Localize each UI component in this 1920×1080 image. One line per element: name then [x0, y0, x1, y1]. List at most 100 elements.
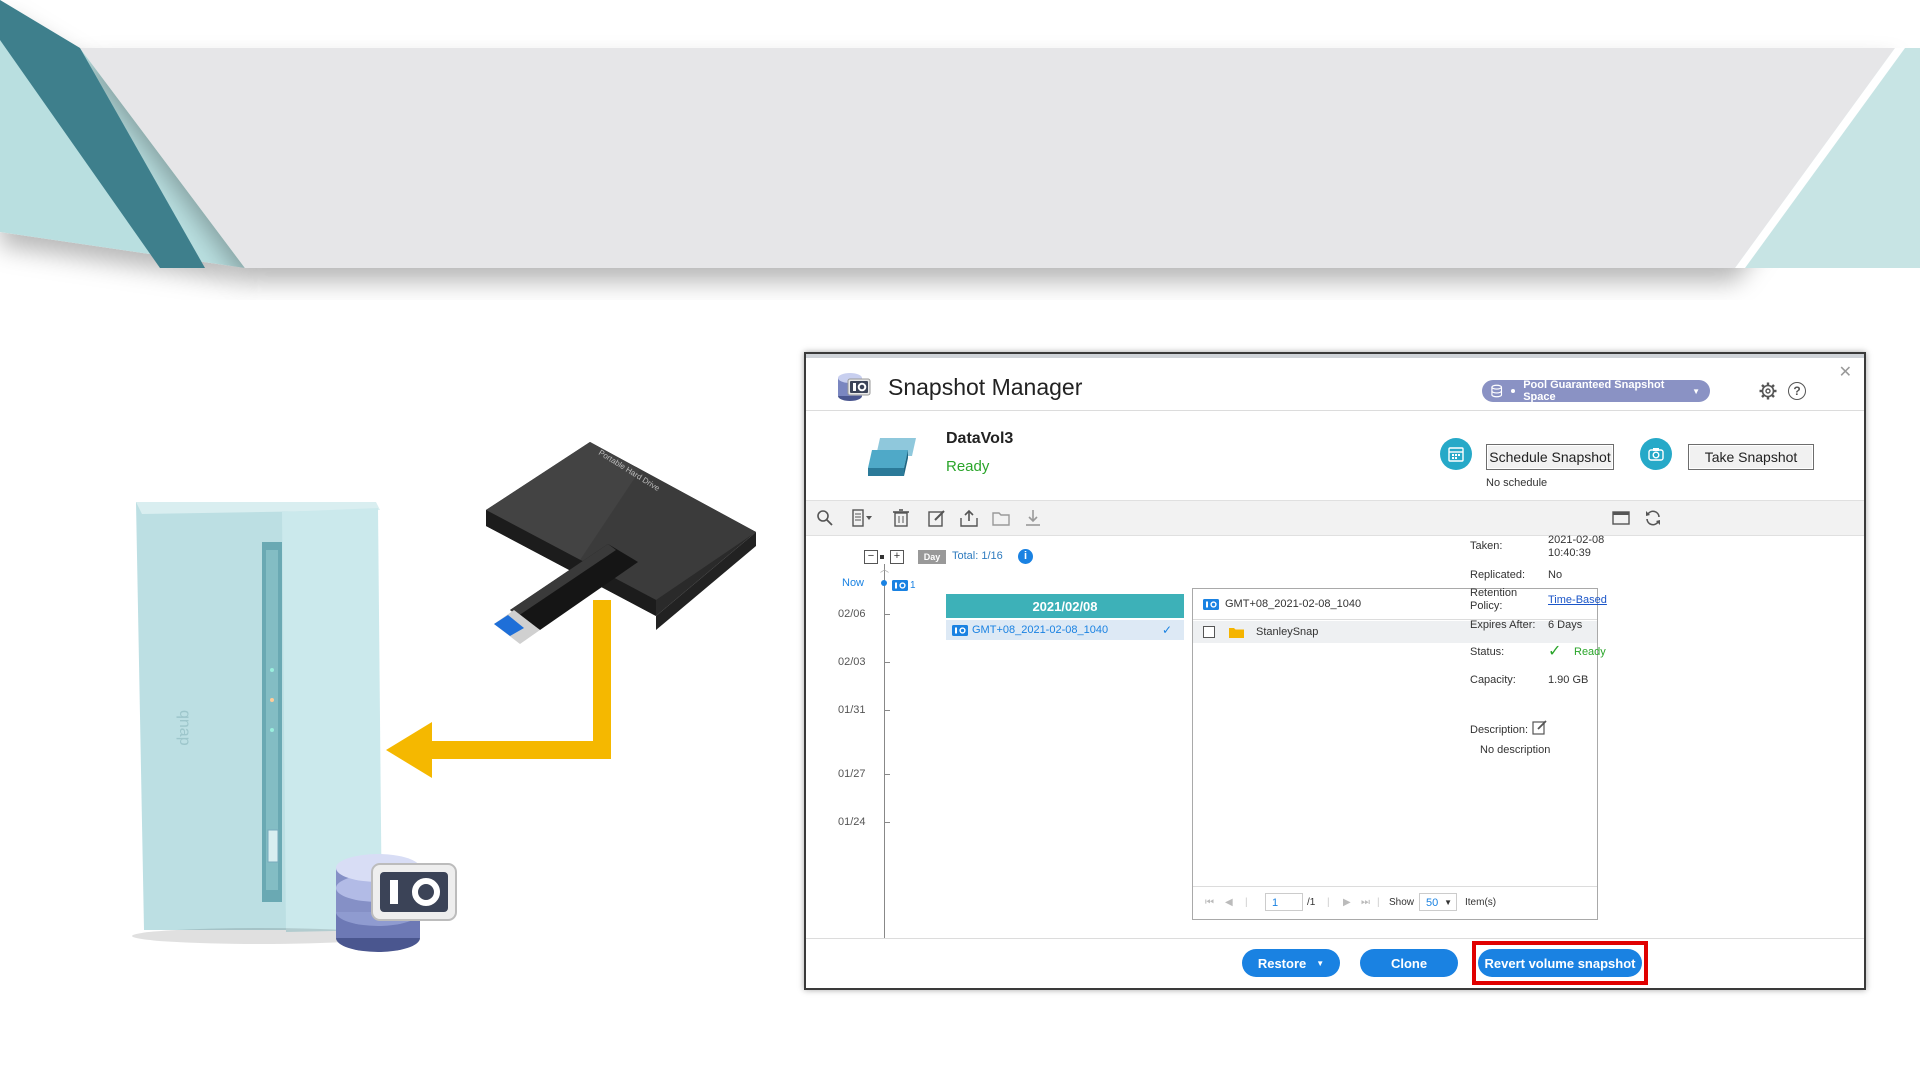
gear-icon[interactable]: [1758, 381, 1778, 401]
highlight-frame: [1472, 941, 1648, 985]
expires-value: 6 Days: [1548, 619, 1583, 631]
restore-button-label: Restore: [1257, 955, 1307, 971]
timeline-date: 01/27: [838, 768, 866, 780]
status-label: Status:: [1470, 646, 1505, 658]
pager-divider: |: [1245, 897, 1248, 908]
snapshot-icon: [952, 624, 968, 636]
chevron-down-icon: ▼: [1692, 386, 1701, 396]
timeline-date: 01/31: [838, 704, 866, 716]
timeline-date: 01/24: [838, 816, 866, 828]
timeline-up-icon[interactable]: ︿: [880, 562, 889, 575]
restore-flow-arrow: [386, 600, 611, 778]
timeline-date: 02/03: [838, 656, 866, 668]
timeline-now-label: Now: [842, 577, 865, 589]
calendar-icon: [1448, 447, 1464, 462]
replicated-label: Replicated:: [1470, 569, 1526, 581]
expires-label: Expires After:: [1470, 619, 1536, 631]
check-icon: ✓: [1161, 623, 1172, 637]
camera-icon: [1648, 448, 1664, 461]
items-label: Item(s): [1465, 897, 1497, 908]
file-panel-title: GMT+08_2021-02-08_1040: [1225, 598, 1362, 610]
pager-divider: |: [1327, 897, 1330, 908]
volume-status: Ready: [946, 458, 990, 475]
description-value: No description: [1480, 744, 1551, 756]
file-checkbox[interactable]: [1203, 626, 1215, 638]
timeline-tick: [884, 710, 890, 711]
volume-icon: [868, 438, 916, 476]
timeline-scale-badge[interactable]: Day: [918, 550, 946, 564]
window-title-bar: Snapshot Manager Pool Guaranteed Snapsho…: [806, 364, 1864, 411]
taken-date: 2021-02-08: [1548, 534, 1605, 546]
nas-brand-text: qnap: [176, 710, 193, 746]
chevron-down-icon: ▼: [1316, 958, 1325, 968]
retention-label-line1: Retention: [1470, 587, 1518, 599]
collapse-timeline-button[interactable]: −: [864, 550, 878, 564]
search-icon[interactable]: [816, 509, 834, 527]
snapshot-list-item[interactable]: GMT+08_2021-02-08_1040 ✓: [946, 620, 1184, 640]
replicated-value: No: [1548, 569, 1563, 581]
file-list-item-label: StanleySnap: [1256, 626, 1319, 638]
dialog-footer: Restore ▼ Clone Revert volume snapshot: [806, 938, 1864, 987]
snapshot-status-value: Ready: [1574, 646, 1606, 658]
items-per-page-select[interactable]: 50 ▼: [1419, 893, 1457, 911]
edit-icon[interactable]: [928, 509, 946, 527]
file-panel-header: GMT+08_2021-02-08_1040: [1193, 589, 1597, 620]
snapshot-manager-window: ✕ Snapshot Manager Pool Guaranteed Snaps…: [804, 352, 1866, 990]
schedule-snapshot-button[interactable]: Schedule Snapshot: [1486, 444, 1614, 470]
expand-timeline-button[interactable]: +: [890, 550, 904, 564]
take-snapshot-button[interactable]: Take Snapshot: [1688, 444, 1814, 470]
description-label: Description:: [1470, 724, 1529, 736]
pool-space-selector[interactable]: Pool Guaranteed Snapshot Space ▼: [1482, 379, 1710, 403]
open-folder-icon[interactable]: [992, 509, 1010, 527]
first-page-icon[interactable]: ⏮: [1205, 897, 1214, 908]
timeline-tick: [884, 614, 890, 615]
snapshot-list-item-label: GMT+08_2021-02-08_1040: [972, 624, 1109, 636]
schedule-snapshot-icon[interactable]: [1440, 438, 1472, 470]
refresh-icon[interactable]: [1644, 509, 1662, 527]
clone-button[interactable]: Clone: [1360, 949, 1458, 977]
items-per-page-value: 50: [1426, 897, 1439, 909]
edit-description-icon[interactable]: [1532, 720, 1547, 735]
page-total: /1: [1307, 897, 1316, 908]
download-icon[interactable]: [1024, 509, 1042, 527]
timeline-date: 02/06: [838, 608, 866, 620]
volume-name: DataVol3: [946, 430, 1014, 447]
snapshot-total-count: Total: 1/16: [952, 550, 1003, 562]
timeline-now-marker: [881, 580, 887, 586]
retention-policy-link[interactable]: Time-Based: [1548, 594, 1607, 606]
last-page-icon[interactable]: ⏭: [1361, 897, 1370, 908]
export-icon[interactable]: [960, 509, 978, 527]
info-icon[interactable]: i: [1018, 549, 1033, 564]
restore-button[interactable]: Restore ▼: [1242, 949, 1340, 977]
toolbar: [806, 500, 1864, 536]
schedule-status-text: No schedule: [1486, 477, 1548, 489]
timeline-axis: [884, 564, 885, 948]
snapshot-manager-app-icon: [838, 373, 871, 401]
pool-selector-label: Pool Guaranteed Snapshot Space: [1523, 379, 1665, 403]
taken-time: 10:40:39: [1548, 547, 1591, 559]
snapshot-date-header[interactable]: 2021/02/08: [946, 594, 1184, 618]
separator-dot: [1511, 389, 1516, 393]
view-menu-icon[interactable]: [852, 509, 874, 527]
folder-icon: [1229, 627, 1244, 638]
window-icon[interactable]: [1612, 509, 1630, 527]
window-top-strip: [806, 354, 1864, 358]
file-pager: ⏮ ◀ | 1 /1 | ▶ ⏭ | Show 50 ▼ Item(s): [1193, 886, 1597, 919]
help-icon[interactable]: ?: [1788, 382, 1806, 400]
timeline-tick: [884, 662, 890, 663]
chevron-down-icon: ▼: [1444, 898, 1452, 907]
prev-page-icon[interactable]: ◀: [1225, 897, 1233, 908]
retention-label-line2: Policy:: [1470, 600, 1503, 612]
check-icon: ✓: [1548, 643, 1562, 660]
file-list-item[interactable]: StanleySnap: [1193, 621, 1597, 643]
capacity-value: 1.90 GB: [1548, 674, 1589, 686]
taken-label: Taken:: [1470, 540, 1503, 552]
timeline-dot: [880, 555, 884, 559]
snapshot-icon: [1203, 598, 1219, 610]
next-page-icon[interactable]: ▶: [1343, 897, 1351, 908]
delete-icon[interactable]: [892, 509, 910, 527]
page-number-input[interactable]: 1: [1265, 893, 1303, 911]
database-icon: [1491, 384, 1503, 398]
take-snapshot-icon[interactable]: [1640, 438, 1672, 470]
pager-divider: |: [1377, 897, 1380, 908]
